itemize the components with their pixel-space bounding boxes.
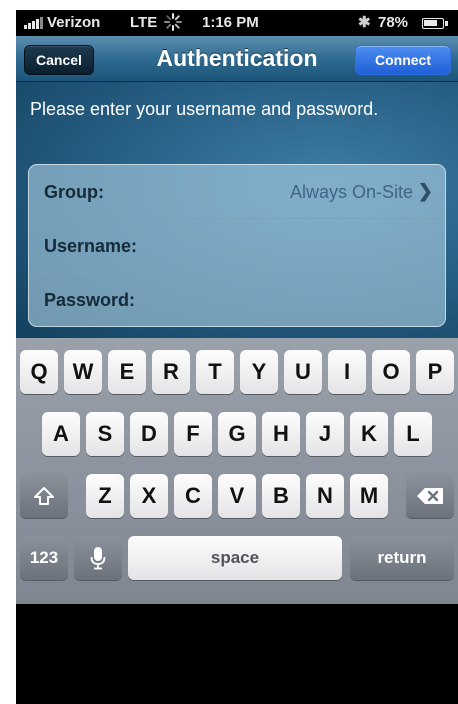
key-g[interactable]: G xyxy=(218,412,256,456)
key-n[interactable]: N xyxy=(306,474,344,518)
carrier-name: Verizon xyxy=(47,14,101,31)
key-m[interactable]: M xyxy=(350,474,388,518)
signal-bars-icon xyxy=(24,17,44,29)
username-row: Username: xyxy=(29,219,445,273)
key-d[interactable]: D xyxy=(130,412,168,456)
group-row[interactable]: Group: Always On-Site ❯ xyxy=(29,165,445,219)
auth-content: Please enter your username and password.… xyxy=(16,82,458,338)
key-t[interactable]: T xyxy=(196,350,234,394)
key-c[interactable]: C xyxy=(174,474,212,518)
key-k[interactable]: K xyxy=(350,412,388,456)
username-label: Username: xyxy=(44,236,138,256)
keyboard: Q W E R T Y U I O P A S D F G H J K L Z … xyxy=(16,338,458,604)
navigation-bar: Cancel Authentication Connect xyxy=(16,36,458,82)
key-p[interactable]: P xyxy=(416,350,454,394)
key-y[interactable]: Y xyxy=(240,350,278,394)
chevron-right-icon: ❯ xyxy=(417,181,433,201)
shift-key[interactable] xyxy=(20,474,68,518)
backspace-key[interactable] xyxy=(406,474,454,518)
key-j[interactable]: J xyxy=(306,412,344,456)
key-h[interactable]: H xyxy=(262,412,300,456)
connect-button[interactable]: Connect xyxy=(355,45,451,75)
key-x[interactable]: X xyxy=(130,474,168,518)
battery-percent: 78% xyxy=(378,14,409,31)
credentials-form: Group: Always On-Site ❯ Username: Passwo… xyxy=(28,164,446,327)
password-label: Password: xyxy=(44,290,136,310)
activity-spinner-icon xyxy=(164,13,182,31)
password-field[interactable] xyxy=(154,285,433,315)
bottom-bezel xyxy=(16,654,458,704)
network-type: LTE xyxy=(130,14,158,31)
space-key[interactable]: space xyxy=(128,536,342,580)
battery-tip xyxy=(445,21,448,26)
key-a[interactable]: A xyxy=(42,412,80,456)
key-s[interactable]: S xyxy=(86,412,124,456)
key-w[interactable]: W xyxy=(64,350,102,394)
username-field[interactable] xyxy=(154,231,433,261)
group-label: Group: xyxy=(44,182,104,202)
battery-icon xyxy=(422,18,444,29)
key-f[interactable]: F xyxy=(174,412,212,456)
key-r[interactable]: R xyxy=(152,350,190,394)
key-v[interactable]: V xyxy=(218,474,256,518)
key-b[interactable]: B xyxy=(262,474,300,518)
backspace-icon xyxy=(417,488,443,504)
shift-icon xyxy=(34,487,54,505)
bluetooth-icon: ✱ xyxy=(358,14,371,31)
key-i[interactable]: I xyxy=(328,350,366,394)
group-value: Always On-Site xyxy=(289,182,413,202)
key-z[interactable]: Z xyxy=(86,474,124,518)
key-q[interactable]: Q xyxy=(20,350,58,394)
phone-screen: Verizon LTE 1:16 PM ✱ 78% Cancel Authent… xyxy=(16,10,458,704)
clock: 1:16 PM xyxy=(202,14,259,31)
key-u[interactable]: U xyxy=(284,350,322,394)
key-l[interactable]: L xyxy=(394,412,432,456)
microphone-icon xyxy=(90,547,106,570)
key-o[interactable]: O xyxy=(372,350,410,394)
dictation-key[interactable] xyxy=(74,536,122,580)
status-bar: Verizon LTE 1:16 PM ✱ 78% xyxy=(16,10,458,36)
return-key[interactable]: return xyxy=(350,536,454,580)
numbers-key[interactable]: 123 xyxy=(20,536,68,580)
key-e[interactable]: E xyxy=(108,350,146,394)
password-row: Password: xyxy=(29,273,445,326)
instruction-text: Please enter your username and password. xyxy=(30,99,379,119)
